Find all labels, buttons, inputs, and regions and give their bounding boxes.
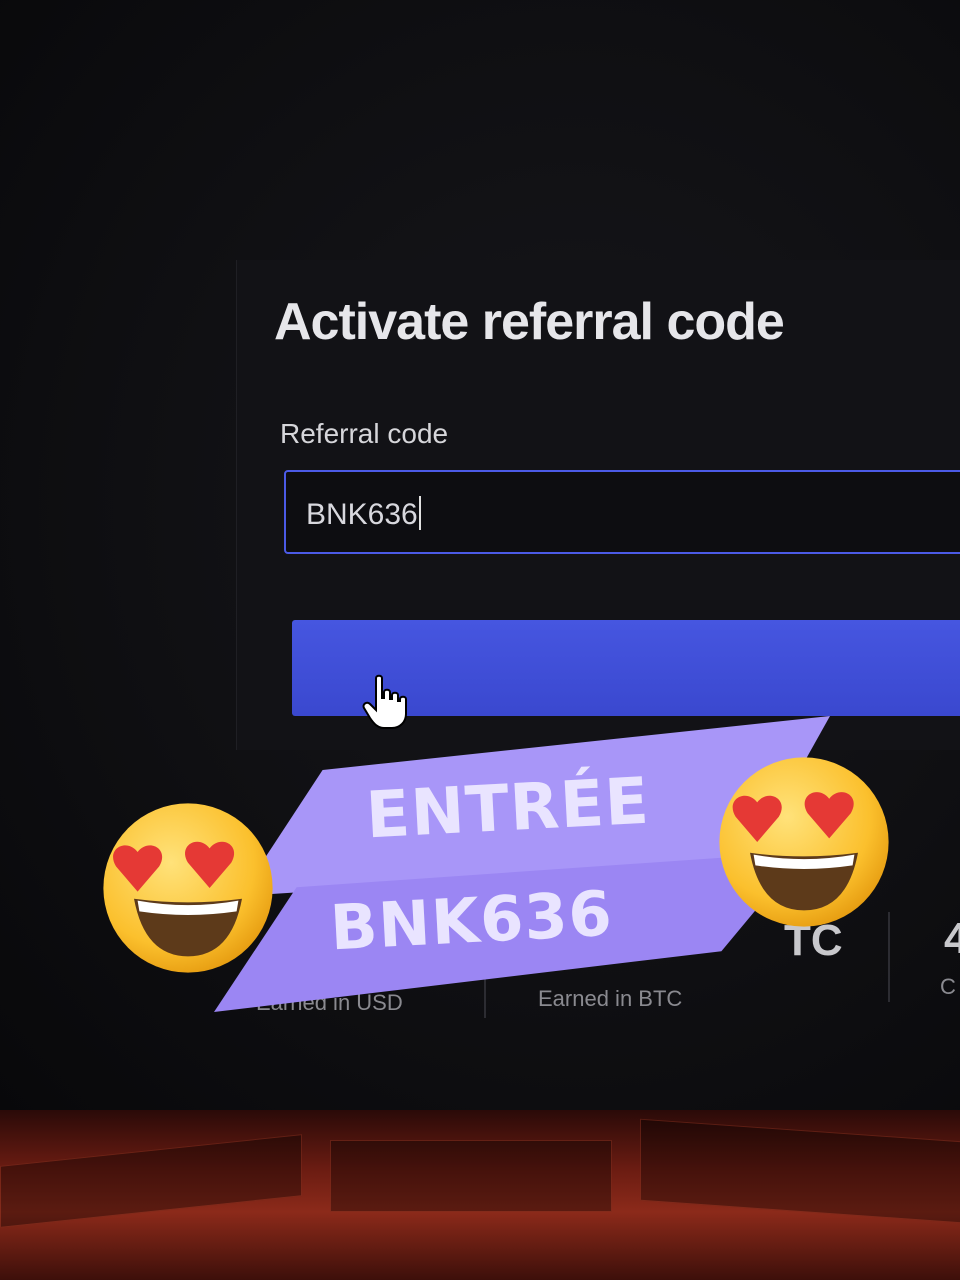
third-stat-value: 4 (944, 914, 960, 963)
third-stat-label: C (940, 974, 956, 999)
text-caret (418, 496, 421, 530)
referral-code-value[interactable]: BNK636 (306, 496, 421, 532)
promo-line-2: BNK636 (328, 876, 615, 965)
referral-code-text: BNK636 (306, 498, 418, 531)
heart-eyes-emoji-icon (98, 798, 278, 983)
heart-eyes-emoji-icon (714, 752, 894, 937)
dialog-title: Activate referral code (274, 293, 785, 351)
promo-line-1: ENTRÉE (364, 764, 652, 854)
referral-code-input[interactable]: BNK636 (284, 470, 960, 554)
referral-code-label: Referral code (280, 418, 449, 449)
earned-btc-label: Earned in BTC (538, 986, 683, 1011)
keyboard-key (330, 1140, 612, 1212)
hand-pointer-icon (362, 674, 410, 737)
